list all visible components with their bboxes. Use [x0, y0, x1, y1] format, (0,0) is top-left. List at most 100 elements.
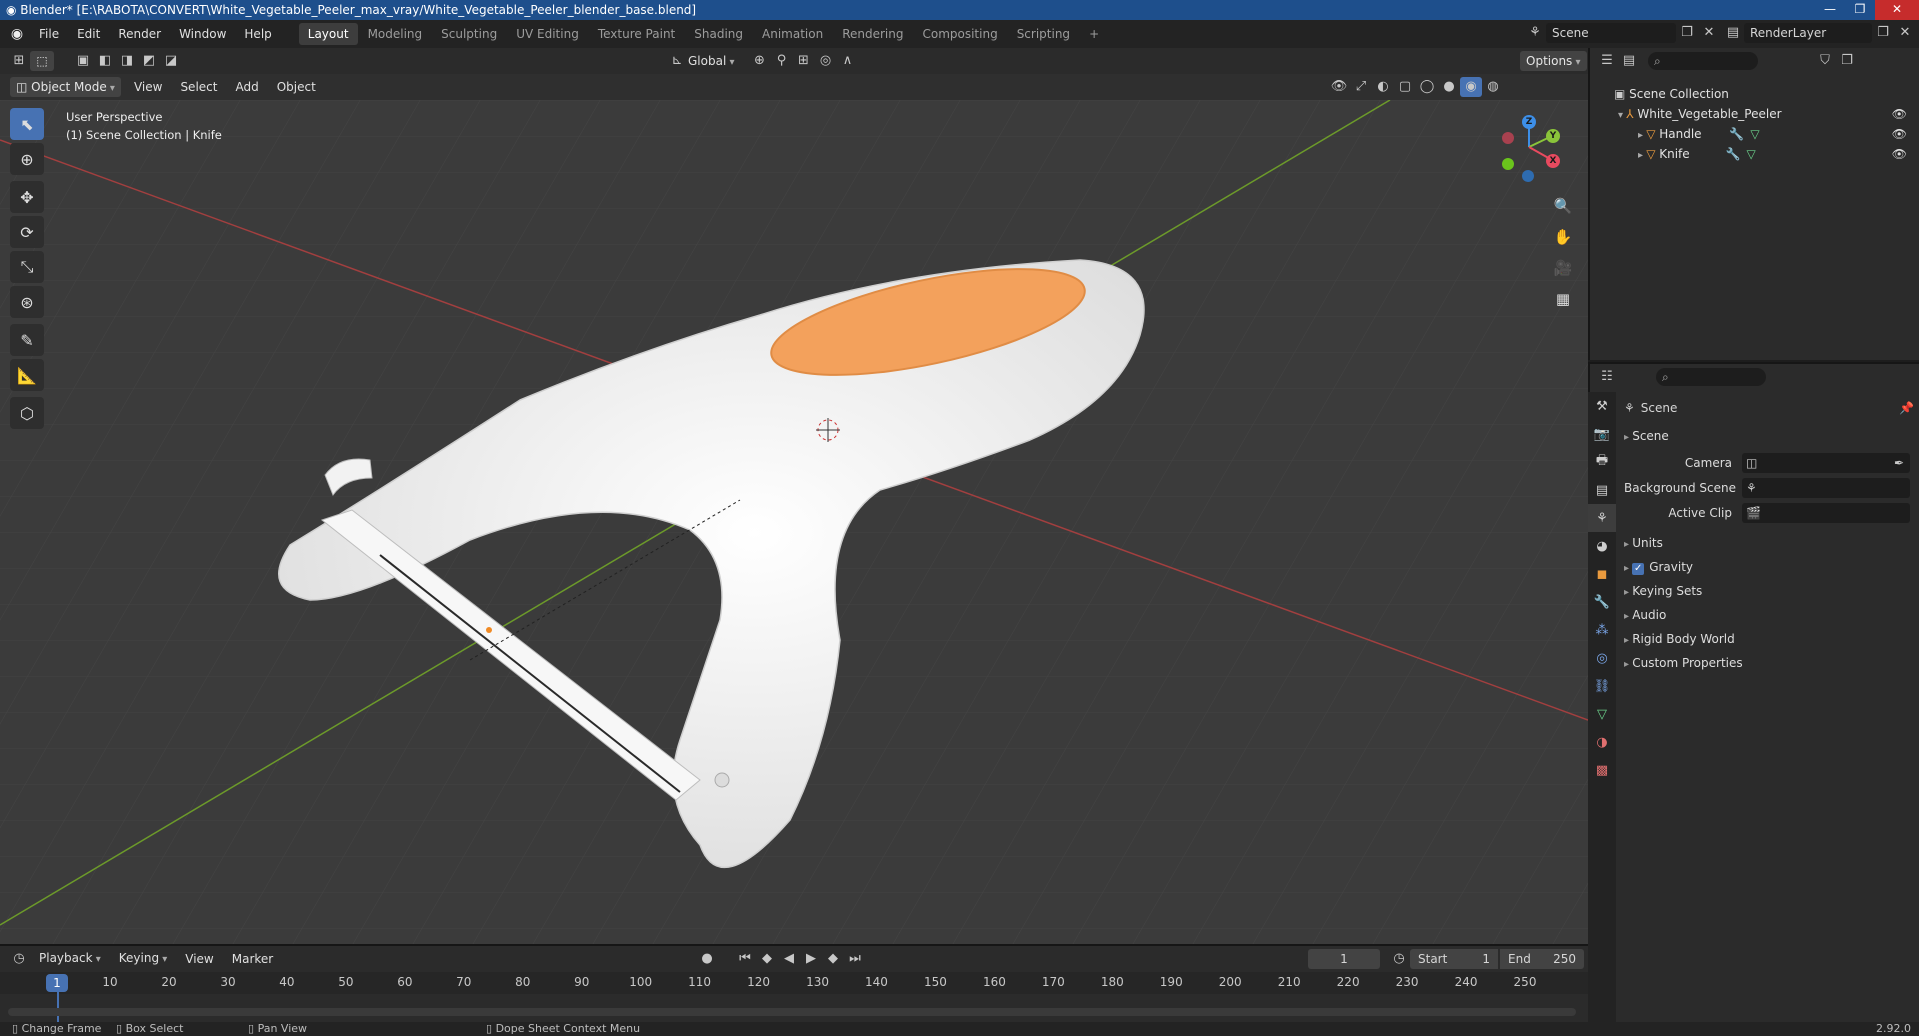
timeline-menu-playback[interactable]: Playback	[30, 945, 110, 973]
visibility-eye-icon[interactable]: 👁	[1328, 77, 1350, 97]
transform-tool-icon[interactable]: ⊛	[10, 286, 44, 318]
select-subtract-icon[interactable]: ◨	[116, 51, 138, 71]
outliner-row-scene-collection[interactable]: ▣ Scene Collection	[1590, 84, 1919, 104]
annotate-tool-icon[interactable]: ✎	[10, 324, 44, 356]
3d-viewport[interactable]: User Perspective (1) Scene Collection | …	[0, 100, 1588, 944]
collapse-arrow-icon[interactable]: ▸	[1638, 130, 1646, 141]
background-scene-field[interactable]: ⚘	[1742, 477, 1910, 498]
mesh-data-icon[interactable]: ▽	[1746, 147, 1755, 161]
menu-help[interactable]: Help	[235, 20, 280, 48]
tab-modeling[interactable]: Modeling	[359, 23, 432, 45]
minimize-icon[interactable]: —	[1815, 0, 1845, 20]
pan-hand-icon[interactable]: ✋	[1548, 223, 1578, 251]
filter-icon[interactable]: ⛉	[1814, 51, 1836, 71]
scene-name-field[interactable]: Scene	[1546, 23, 1676, 43]
gizmo-toggle-icon[interactable]: ⤢	[1350, 77, 1372, 97]
output-tab-icon[interactable]: 🖶	[1588, 448, 1616, 476]
play-reverse-icon[interactable]: ◀	[778, 949, 800, 969]
scene-tab-icon[interactable]: ⚘	[1588, 504, 1616, 532]
tab-animation[interactable]: Animation	[753, 23, 832, 45]
add-workspace-icon[interactable]: +	[1080, 23, 1108, 45]
snap-target-icon[interactable]: ⊞	[792, 51, 814, 71]
custom-properties-section[interactable]: Custom Properties	[1624, 651, 1914, 675]
auto-keying-icon[interactable]: ●	[696, 949, 718, 969]
renderlayer-selector[interactable]: ▤ RenderLayer ❐ ✕	[1722, 23, 1916, 43]
tab-shading[interactable]: Shading	[685, 23, 752, 45]
move-tool-icon[interactable]: ✥	[10, 181, 44, 213]
rotate-tool-icon[interactable]: ⟳	[10, 216, 44, 248]
camera-view-icon[interactable]: 🎥	[1548, 254, 1578, 282]
properties-editor-icon[interactable]: ☷	[1596, 367, 1618, 387]
remove-scene-icon[interactable]: ✕	[1698, 23, 1720, 43]
close-icon[interactable]: ✕	[1875, 0, 1919, 20]
modifier-wrench-icon[interactable]: 🔧	[1726, 147, 1741, 161]
select-new-icon[interactable]: ▣	[72, 51, 94, 71]
gravity-section[interactable]: ✓ Gravity	[1624, 555, 1914, 579]
rigid-body-world-section[interactable]: Rigid Body World	[1624, 627, 1914, 651]
visibility-icon[interactable]: 👁	[1892, 144, 1907, 164]
gizmo-z[interactable]: Z	[1522, 115, 1536, 129]
menu-render[interactable]: Render	[109, 20, 170, 48]
transform-orientation-dropdown[interactable]: Global	[688, 54, 734, 68]
gizmo-y[interactable]: Y	[1546, 129, 1560, 143]
scale-tool-icon[interactable]: ⤡	[10, 251, 44, 283]
tab-scripting[interactable]: Scripting	[1008, 23, 1079, 45]
outliner-row-handle[interactable]: ▸ ▽ Handle 🔧 ▽ 👁	[1590, 124, 1919, 144]
data-tab-icon[interactable]: ▽	[1588, 700, 1616, 728]
mesh-data-icon[interactable]: ▽	[1750, 127, 1759, 141]
render-tab-icon[interactable]: 📷	[1588, 420, 1616, 448]
display-mode-icon[interactable]: ▤	[1618, 51, 1640, 71]
expand-arrow-icon[interactable]: ▾	[1618, 110, 1626, 121]
proportional-falloff-icon[interactable]: ∧	[836, 51, 858, 71]
scene-selector[interactable]: ⚘ Scene ❐ ✕	[1524, 23, 1720, 43]
viewport-menu-view[interactable]: View	[125, 74, 171, 100]
new-collection-icon[interactable]: ❐	[1836, 51, 1858, 71]
outliner-row-peeler[interactable]: ▾ ⅄ White_Vegetable_Peeler 👁	[1590, 104, 1919, 124]
overlay-toggle-icon[interactable]: ◐	[1372, 77, 1394, 97]
proportional-edit-icon[interactable]: ◎	[814, 51, 836, 71]
mode-dropdown[interactable]: ◫ Object Mode	[10, 77, 121, 97]
world-tab-icon[interactable]: ◕	[1588, 532, 1616, 560]
outliner-editor-icon[interactable]: ☰	[1596, 51, 1618, 71]
select-intersect-icon[interactable]: ◪	[160, 51, 182, 71]
add-cube-tool-icon[interactable]: ⬡	[10, 397, 44, 429]
wireframe-shading-icon[interactable]: ◯	[1416, 77, 1438, 97]
active-tool-select-icon[interactable]: ⬚	[30, 51, 54, 71]
tab-texture-paint[interactable]: Texture Paint	[589, 23, 684, 45]
view-layer-tab-icon[interactable]: ▤	[1588, 476, 1616, 504]
select-box-tool-icon[interactable]: ⬉	[10, 108, 44, 140]
tab-uv-editing[interactable]: UV Editing	[507, 23, 588, 45]
visibility-icon[interactable]: 👁	[1892, 104, 1907, 124]
gizmo-neg-y[interactable]	[1502, 158, 1514, 170]
select-invert-icon[interactable]: ◩	[138, 51, 160, 71]
modifier-wrench-icon[interactable]: 🔧	[1729, 127, 1744, 141]
current-frame-field[interactable]: 1	[1308, 949, 1380, 969]
audio-section[interactable]: Audio	[1624, 603, 1914, 627]
pivot-point-icon[interactable]: ⊕	[748, 51, 770, 71]
viewport-scene[interactable]	[0, 100, 1588, 944]
gravity-checkbox[interactable]: ✓	[1632, 563, 1645, 575]
tab-sculpting[interactable]: Sculpting	[432, 23, 506, 45]
timeline-menu-marker[interactable]: Marker	[223, 946, 282, 972]
menu-file[interactable]: File	[30, 20, 68, 48]
outliner-row-knife[interactable]: ▸ ▽ Knife 🔧 ▽ 👁	[1590, 144, 1919, 164]
eyedropper-icon[interactable]: ✒	[1894, 456, 1904, 470]
ortho-grid-icon[interactable]: ▦	[1548, 285, 1578, 313]
viewport-menu-select[interactable]: Select	[171, 74, 226, 100]
cursor-tool-icon[interactable]: ⊕	[10, 143, 44, 175]
rendered-shading-icon[interactable]: ◍	[1482, 77, 1504, 97]
pin-icon[interactable]: 📌	[1899, 401, 1914, 415]
gizmo-neg-x[interactable]	[1502, 132, 1514, 144]
blender-menu-icon[interactable]: ◉	[4, 26, 30, 42]
renderlayer-name-field[interactable]: RenderLayer	[1744, 23, 1872, 43]
new-renderlayer-icon[interactable]: ❐	[1872, 23, 1894, 43]
preview-range-icon[interactable]: ◷	[1388, 949, 1410, 969]
play-icon[interactable]: ▶	[800, 949, 822, 969]
timeline-scrollbar[interactable]	[8, 1008, 1576, 1016]
constraints-tab-icon[interactable]: ⛓	[1588, 672, 1616, 700]
prev-keyframe-icon[interactable]: ◆	[756, 949, 778, 969]
timeline-ruler[interactable]: 10 20 30 40 50 60 70 80 90 100 110 120 130 140 150 160 1…	[0, 972, 1588, 1022]
tab-compositing[interactable]: Compositing	[913, 23, 1006, 45]
physics-tab-icon[interactable]: ◎	[1588, 644, 1616, 672]
maximize-icon[interactable]: ❐	[1845, 0, 1875, 20]
